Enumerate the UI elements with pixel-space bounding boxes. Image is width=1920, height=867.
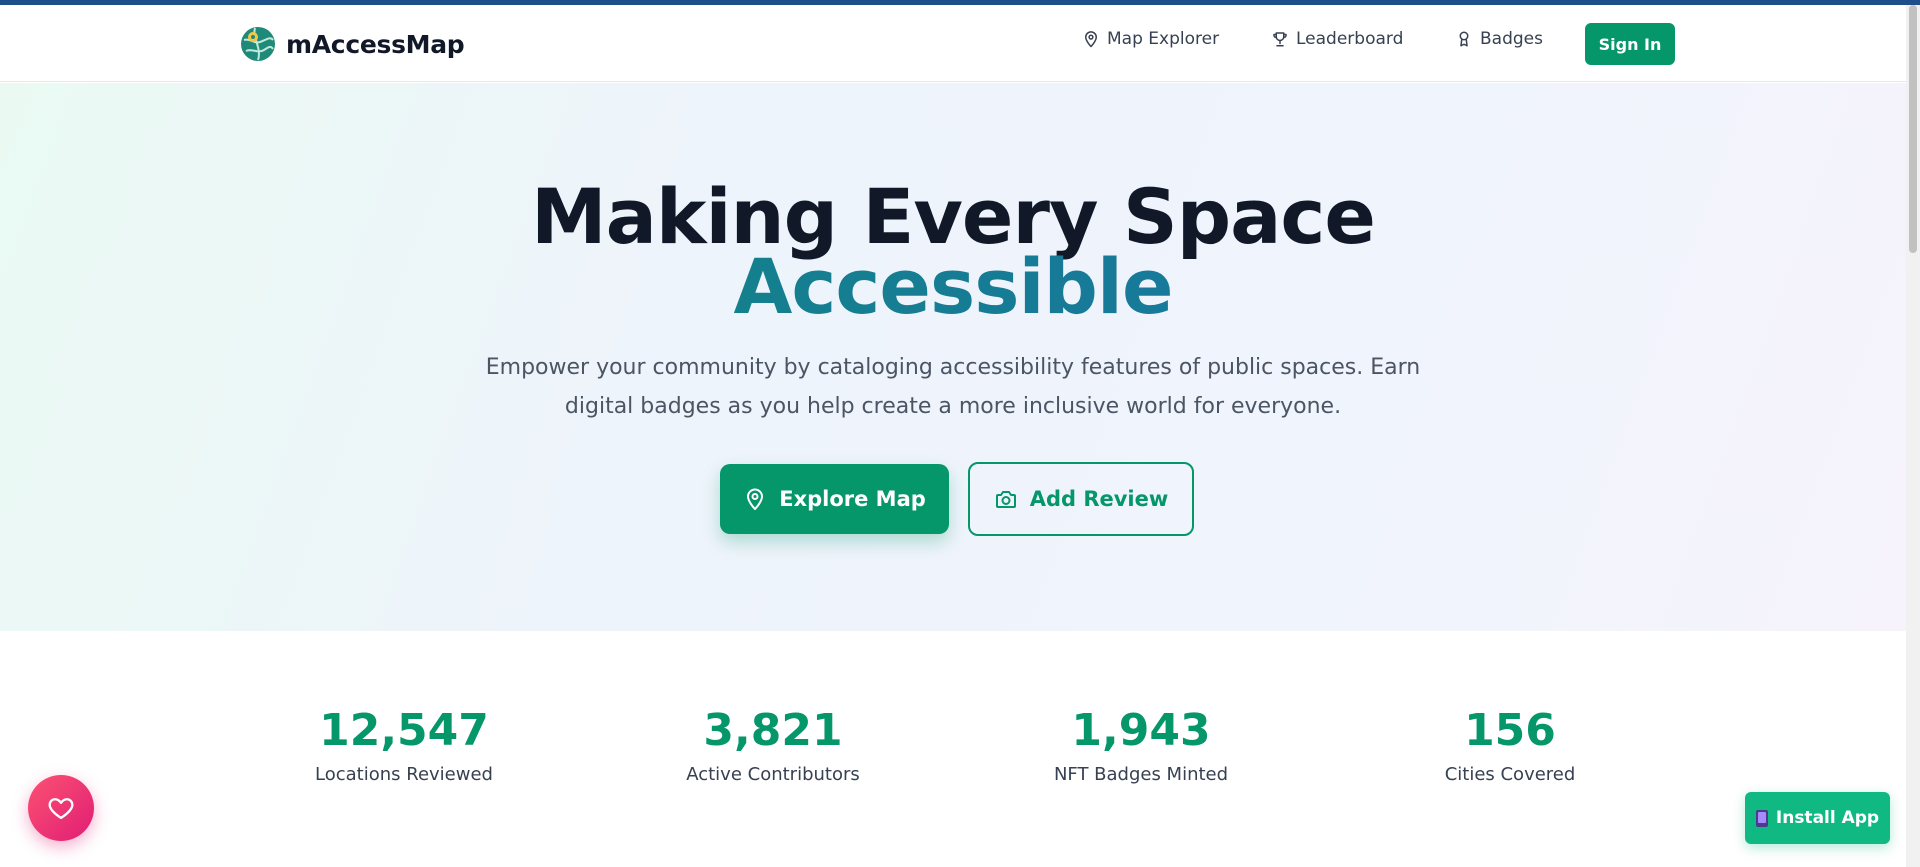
nav-leaderboard[interactable]: Leaderboard xyxy=(1271,29,1403,49)
stat-active-contributors: 3,821 Active Contributors xyxy=(643,705,903,789)
stat-label: Active Contributors xyxy=(686,764,860,785)
trophy-icon xyxy=(1273,32,1287,47)
nav-label: Badges xyxy=(1480,29,1543,49)
stat-label: Locations Reviewed xyxy=(315,764,493,785)
stat-value: 12,547 xyxy=(319,705,489,756)
award-icon xyxy=(1459,31,1469,47)
site-header: mAccessMap Map Explorer Leaderboard Badg… xyxy=(0,5,1906,82)
stat-locations-reviewed: 12,547 Locations Reviewed xyxy=(274,705,534,789)
globe-logo-icon xyxy=(241,27,275,61)
heart-icon xyxy=(48,798,74,820)
nav-map-explorer[interactable]: Map Explorer xyxy=(1082,29,1219,49)
stat-label: NFT Badges Minted xyxy=(1053,764,1229,785)
nav-badges[interactable]: Badges xyxy=(1455,29,1543,49)
add-review-label: Add Review xyxy=(1029,487,1169,511)
logo[interactable]: mAccessMap xyxy=(240,25,465,63)
sign-in-button[interactable]: Sign In xyxy=(1585,23,1675,65)
install-app-button[interactable]: Install App xyxy=(1745,792,1890,844)
stat-nft-badges-minted: 1,943 NFT Badges Minted xyxy=(1011,705,1271,789)
hero-section: Making Every Space Accessible Empower yo… xyxy=(0,83,1906,631)
nav-label: Map Explorer xyxy=(1107,29,1220,49)
explore-map-button[interactable]: Explore Map xyxy=(720,464,949,534)
map-pin-icon xyxy=(747,488,764,510)
map-pin-icon xyxy=(1085,31,1097,48)
add-review-button[interactable]: Add Review xyxy=(968,462,1194,536)
page-scrollbar[interactable] xyxy=(1906,5,1920,867)
logo-text: mAccessMap xyxy=(286,29,465,59)
stat-cities-covered: 156 Cities Covered xyxy=(1380,705,1640,789)
stat-value: 3,821 xyxy=(703,705,843,756)
favorite-fab-button[interactable] xyxy=(28,775,94,841)
nav-label: Leaderboard xyxy=(1296,29,1404,49)
stat-value: 1,943 xyxy=(1071,705,1211,756)
hero-subtitle: Empower your community by cataloging acc… xyxy=(485,355,1421,419)
stat-value: 156 xyxy=(1464,705,1556,756)
hero-headline-accent: Accessible xyxy=(0,249,1906,325)
explore-map-label: Explore Map xyxy=(779,487,926,511)
camera-icon xyxy=(995,491,1016,508)
mobile-phone-icon xyxy=(1755,809,1768,827)
install-app-label: Install App xyxy=(1775,808,1880,828)
stat-label: Cities Covered xyxy=(1444,764,1576,785)
scrollbar-thumb[interactable] xyxy=(1909,5,1917,253)
